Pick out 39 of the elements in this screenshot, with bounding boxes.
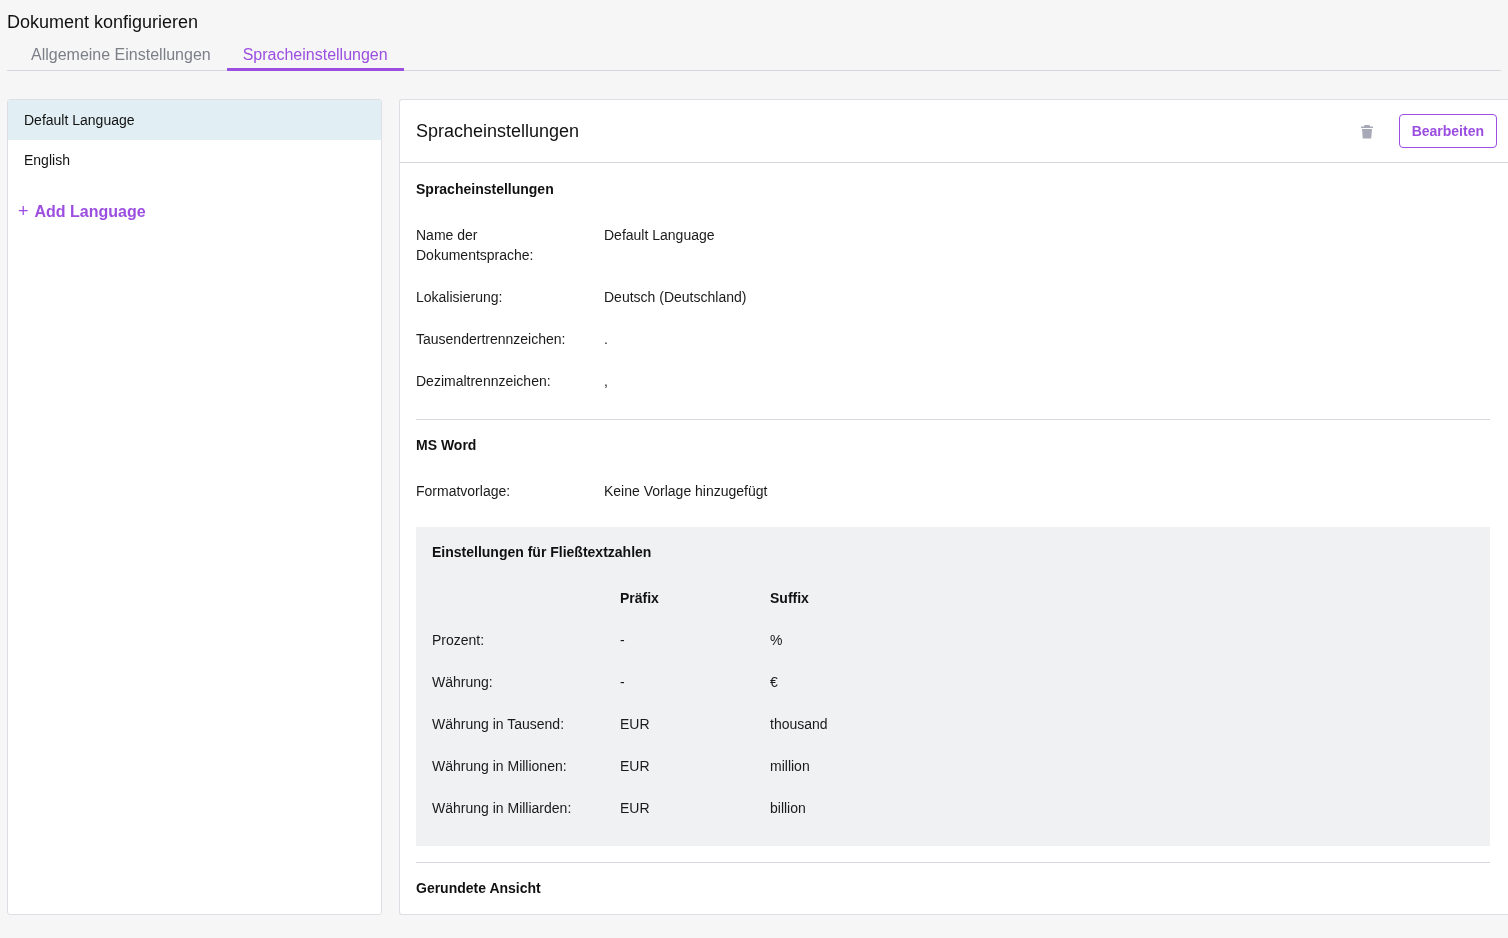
section-heading: MS Word	[416, 436, 478, 455]
prefix-value: EUR	[620, 757, 651, 776]
prefix-value: EUR	[620, 799, 651, 818]
prefix-value: -	[620, 631, 626, 650]
field-value: Default Language	[604, 226, 715, 245]
field-label: Tausendertrennzeichen:	[416, 330, 566, 349]
row-label: Prozent:	[432, 631, 486, 650]
section-heading: Gerundete Ansicht	[416, 879, 542, 898]
section-heading: Spracheinstellungen	[416, 180, 555, 199]
page-title: Dokument konfigurieren	[7, 11, 199, 34]
suffix-value: thousand	[770, 715, 828, 734]
field-value: Deutsch (Deutschland)	[604, 288, 747, 307]
prefix-value: -	[620, 673, 626, 692]
tab[interactable]: Spracheinstellungen	[226, 44, 404, 71]
row-label: Währung:	[432, 673, 494, 692]
tab[interactable]: Allgemeine Einstellungen	[15, 44, 227, 71]
suffix-value: billion	[770, 799, 806, 818]
field-value: ,	[604, 372, 608, 391]
panel-title: Spracheinstellungen	[416, 119, 581, 143]
field-label: Lokalisierung:	[416, 288, 504, 307]
suffix-value: million	[770, 757, 810, 776]
field-label: Name der Dokumentsprache:	[416, 226, 535, 265]
field-value: Keine Vorlage hinzugefügt	[604, 482, 768, 501]
row-label: Währung in Millionen:	[432, 757, 568, 776]
add-language-button[interactable]: + Add Language	[18, 198, 146, 225]
column-header: Suffix	[770, 589, 809, 608]
field-label: Dezimaltrennzeichen:	[416, 372, 552, 391]
row-label: Währung in Milliarden:	[432, 799, 573, 818]
language-item[interactable]: Default Language	[8, 100, 381, 140]
prefix-value: EUR	[620, 715, 651, 734]
suffix-value: %	[770, 631, 783, 650]
edit-button[interactable]: Bearbeiten	[1398, 114, 1497, 148]
column-header: Präfix	[620, 589, 660, 608]
field-value: .	[604, 330, 608, 349]
suffix-value: €	[770, 673, 778, 692]
field-label: Formatvorlage:	[416, 482, 512, 501]
row-label: Währung in Tausend:	[432, 715, 566, 734]
trash-icon[interactable]	[1359, 123, 1374, 139]
card-heading: Einstellungen für Fließtextzahlen	[432, 543, 653, 562]
